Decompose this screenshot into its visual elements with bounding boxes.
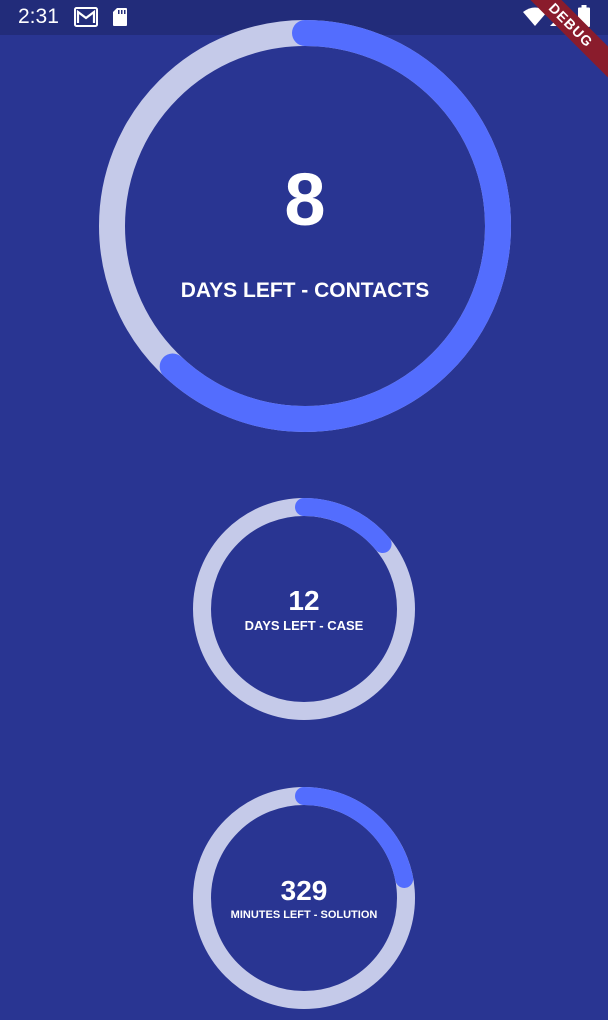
case-countdown-ring: 12 DAYS LEFT - CASE [192, 497, 416, 721]
solution-count: 329 [280, 875, 328, 906]
case-count: 12 [288, 585, 320, 616]
case-label: DAYS LEFT - CASE [244, 618, 364, 633]
contacts-countdown-ring: 8 DAYS LEFT - CONTACTS [99, 20, 511, 432]
gmail-icon [74, 7, 98, 27]
contacts-count: 8 [284, 158, 326, 241]
solution-label: MINUTES LEFT - SOLUTION [230, 909, 378, 921]
status-time: 2:31 [18, 5, 59, 28]
solution-countdown-ring: 329 MINUTES LEFT - SOLUTION [192, 786, 416, 1010]
contacts-label: DAYS LEFT - CONTACTS [180, 279, 430, 302]
